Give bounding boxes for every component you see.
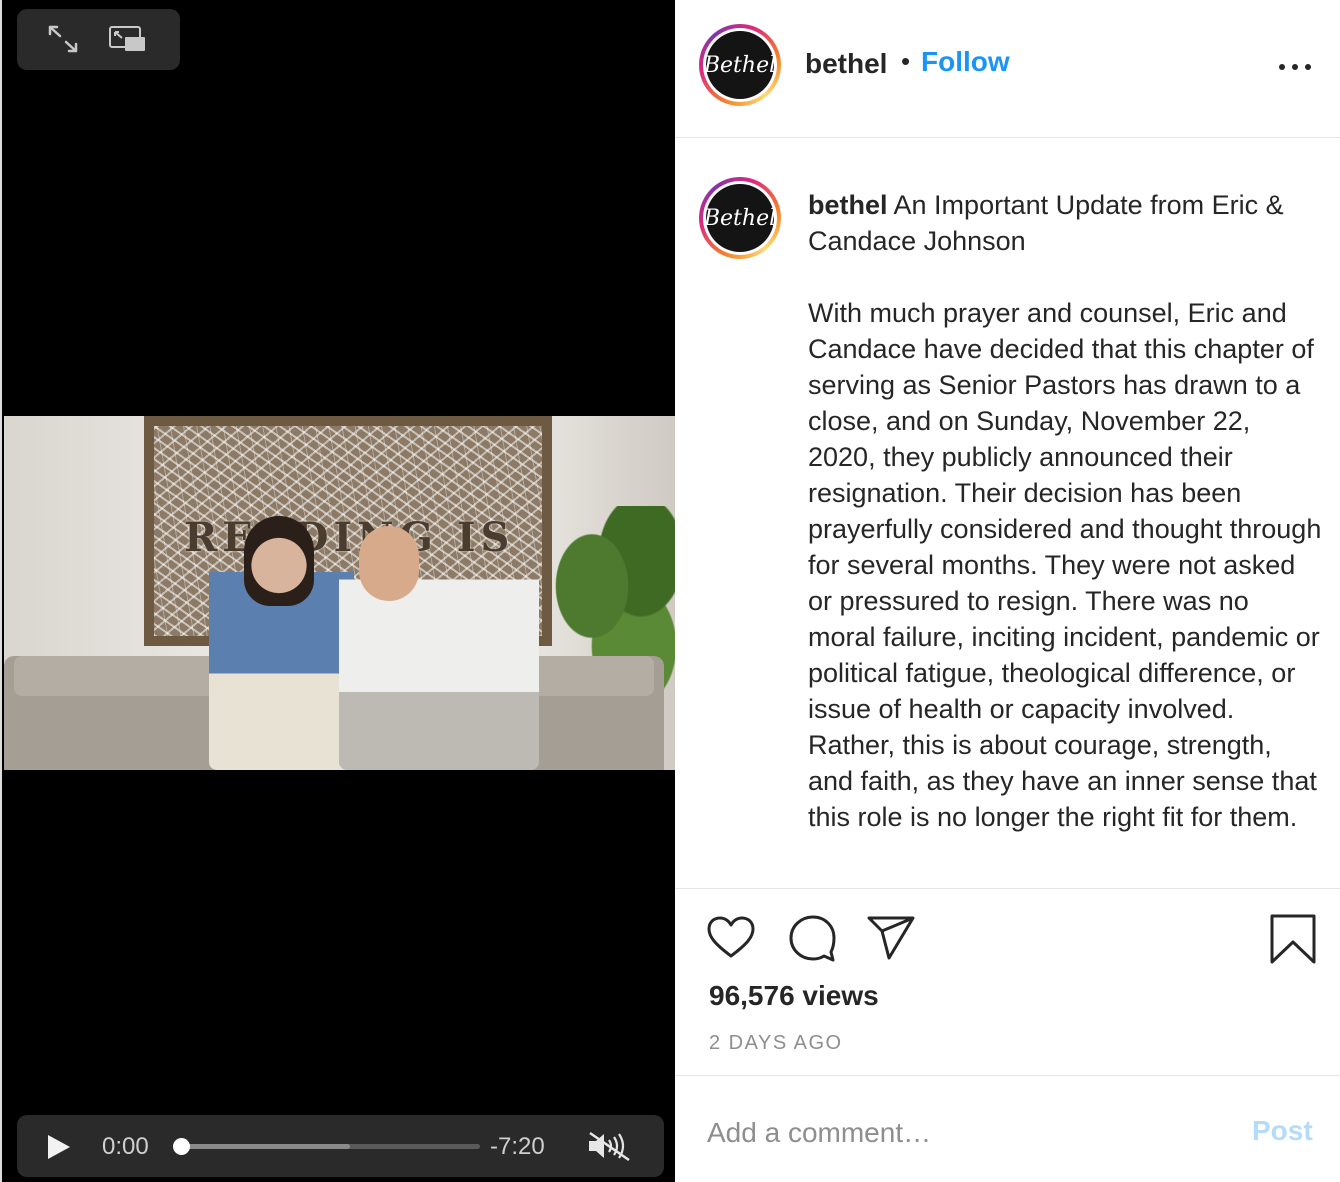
caption-area[interactable]: Bethel bethel An Important Update from E… [675, 139, 1340, 889]
follow-button[interactable]: Follow [921, 46, 1010, 78]
username-link[interactable]: bethel [805, 48, 887, 80]
video-frame[interactable]: READING IS [4, 416, 676, 770]
caption-body: With much prayer and counsel, Eric and C… [808, 298, 1322, 832]
story-ring[interactable]: Bethel [699, 24, 781, 106]
caption-username[interactable]: bethel [808, 190, 888, 220]
person-woman [209, 516, 354, 770]
separator-dot: • [901, 46, 911, 76]
comment-input[interactable] [707, 1113, 1227, 1153]
comment-icon[interactable] [786, 912, 838, 964]
video-window-controls [17, 9, 180, 70]
playback-controls: 0:00 -7:20 [17, 1115, 664, 1177]
comment-bar: Post [675, 1077, 1340, 1182]
bookmark-icon[interactable] [1267, 912, 1319, 964]
seek-bar[interactable] [173, 1138, 480, 1155]
buffered-range [177, 1144, 350, 1149]
post-actions: 96,576 views 2 DAYS AGO [675, 890, 1340, 1076]
post-timestamp[interactable]: 2 DAYS AGO [709, 1032, 843, 1055]
video-player[interactable]: READING IS 0:00 -7:20 [0, 0, 676, 1182]
more-icon[interactable] [1279, 60, 1311, 74]
seek-handle[interactable] [173, 1138, 190, 1155]
view-count[interactable]: 96,576 views [709, 980, 879, 1012]
post-comment-button[interactable]: Post [1252, 1115, 1313, 1147]
share-icon[interactable] [865, 912, 917, 964]
picture-in-picture-button[interactable] [107, 21, 147, 57]
current-time: 0:00 [102, 1133, 149, 1160]
caption-avatar: Bethel [704, 184, 776, 252]
remaining-time: -7:20 [490, 1133, 545, 1160]
heart-icon[interactable] [705, 912, 757, 964]
person-man [339, 526, 539, 770]
play-icon[interactable] [43, 1132, 73, 1162]
picture-in-picture-icon [109, 26, 145, 51]
expand-icon [48, 25, 78, 53]
post-header: Bethel bethel • Follow [675, 0, 1340, 138]
muted-speaker-icon[interactable] [585, 1129, 633, 1163]
expand-button[interactable] [43, 21, 83, 57]
avatar: Bethel [704, 31, 776, 99]
caption-text: bethel An Important Update from Eric & C… [808, 187, 1323, 835]
caption-avatar-ring[interactable]: Bethel [699, 177, 781, 259]
post-panel: Bethel bethel • Follow Bethel bethel An … [675, 0, 1340, 1182]
